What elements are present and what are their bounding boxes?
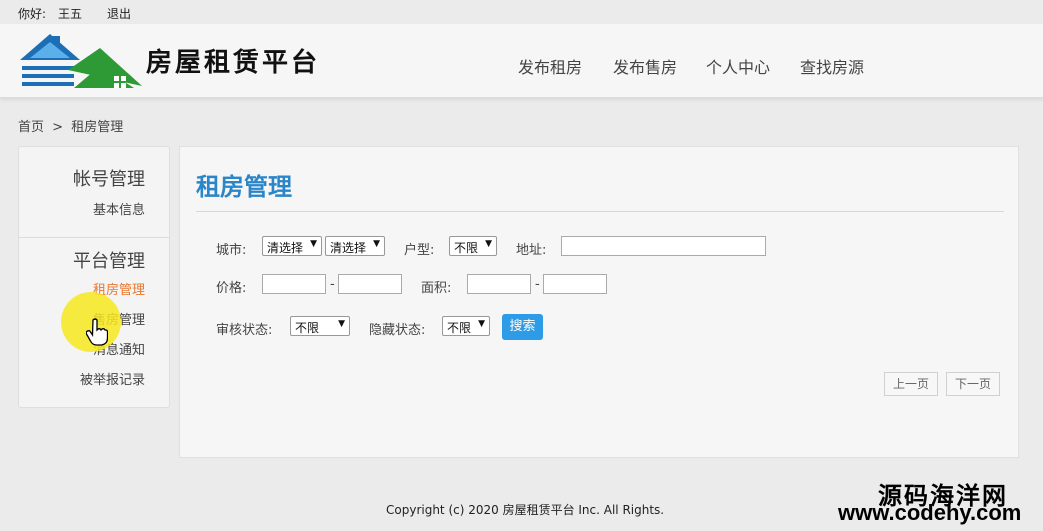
watermark-url: www.codehy.com [838,500,1022,525]
price-max-input[interactable] [338,274,402,294]
area-max-input[interactable] [543,274,607,294]
dropdown-arrow-icon: ▼ [310,239,317,249]
title-divider [196,211,1004,212]
area-range-separator: - [535,277,540,292]
sidebar-item-report-records[interactable]: 被举报记录 [80,369,145,388]
site-header: 房屋租赁平台 发布租房 发布售房 个人中心 查找房源 [0,24,1043,98]
logout-link[interactable]: 退出 [107,5,131,22]
breadcrumb-home[interactable]: 首页 [18,120,44,135]
nav-find-housing[interactable]: 查找房源 [800,54,864,78]
area-label: 面积: [421,281,452,296]
address-label: 地址: [516,243,547,258]
address-input[interactable] [561,236,766,256]
dropdown-arrow-icon: ▼ [338,319,345,329]
page-title: 租房管理 [196,173,292,201]
username: 王五 [58,7,83,21]
price-range-separator: - [330,277,335,292]
sidebar: 帐号管理 基本信息 平台管理 租房管理 售房管理 消息通知 被举报记录 [18,146,170,408]
dropdown-arrow-icon: ▼ [373,239,380,249]
dropdown-arrow-icon: ▼ [478,319,485,329]
price-label: 价格: [216,281,247,296]
main-panel: 租房管理 城市: 清选择 ▼ 清选择 ▼ 户型: 不限 ▼ 地址: 价格: - 面积:… [179,146,1019,458]
city-label: 城市: [216,243,247,258]
search-button[interactable]: 搜索 [502,314,543,340]
dropdown-arrow-icon: ▼ [485,239,492,249]
layout-select[interactable]: 不限 ▼ [449,236,497,256]
layout-label: 户型: [404,243,435,258]
nav-publish-rent[interactable]: 发布租房 [518,54,582,78]
breadcrumb-separator: > [52,120,64,135]
review-status-value: 不限 [295,321,320,335]
city-city-value: 清选择 [330,241,367,255]
site-title[interactable]: 房屋租赁平台 [146,42,320,79]
breadcrumb-current: 租房管理 [71,120,124,135]
hand-pointer-icon [86,318,108,346]
layout-value: 不限 [454,241,479,255]
top-user-bar: 你好: 王五 退出 [0,0,1043,24]
footer-copyright: Copyright (c) 2020 房屋租赁平台 Inc. All Right… [386,503,665,517]
area-min-input[interactable] [467,274,531,294]
hidden-status-select[interactable]: 不限 ▼ [442,316,490,336]
nav-personal-center[interactable]: 个人中心 [706,54,770,78]
sidebar-group-account: 帐号管理 [73,169,145,190]
house-logo-icon[interactable] [18,30,144,92]
city-city-select[interactable]: 清选择 ▼ [325,236,385,256]
sidebar-item-basic-info[interactable]: 基本信息 [93,199,145,218]
review-status-select[interactable]: 不限 ▼ [290,316,350,336]
sidebar-divider [19,237,169,238]
hidden-status-value: 不限 [447,321,472,335]
city-province-value: 清选择 [267,241,304,255]
breadcrumb: 首页 > 租房管理 [18,116,127,135]
prev-page-button[interactable]: 上一页 [884,372,938,396]
nav-publish-sale[interactable]: 发布售房 [613,54,677,78]
price-min-input[interactable] [262,274,326,294]
review-status-label: 审核状态: [216,323,273,338]
city-province-select[interactable]: 清选择 ▼ [262,236,322,256]
hidden-status-label: 隐藏状态: [369,323,426,338]
sidebar-group-platform: 平台管理 [73,251,145,272]
next-page-button[interactable]: 下一页 [946,372,1000,396]
greeting-label: 你好: [18,7,47,21]
